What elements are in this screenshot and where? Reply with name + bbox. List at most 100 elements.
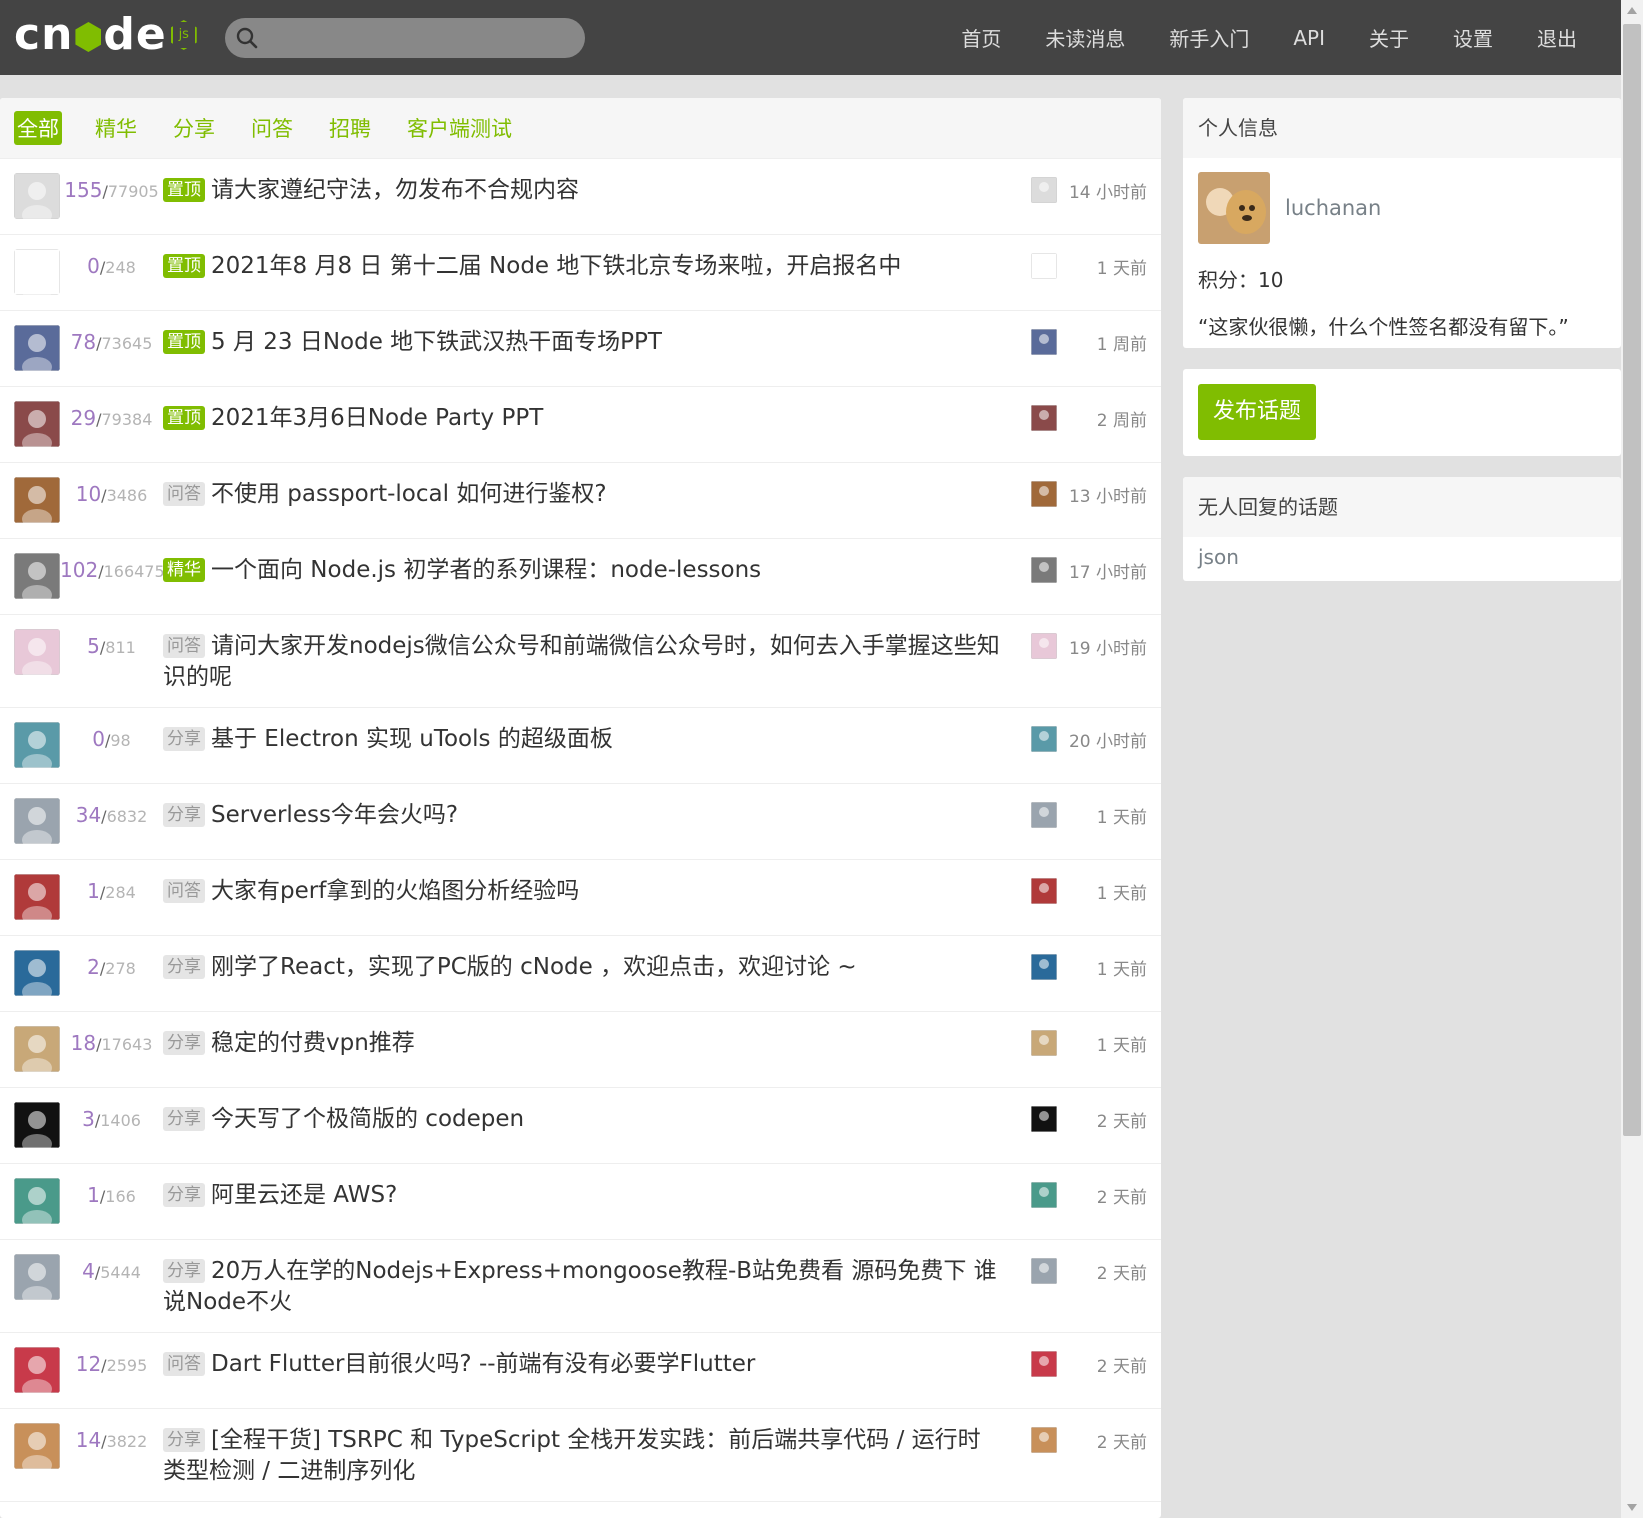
topic-title[interactable]: 阿里云还是 AWS? bbox=[211, 1182, 397, 1208]
scroll-up-arrow-icon[interactable] bbox=[1621, 0, 1643, 22]
page-scrollbar[interactable] bbox=[1621, 0, 1643, 1518]
last-reply[interactable]: 2 周前 bbox=[1031, 403, 1161, 433]
author-avatar[interactable] bbox=[14, 1347, 60, 1393]
nav-home[interactable]: 首页 bbox=[961, 23, 1001, 52]
last-reply-avatar[interactable] bbox=[1031, 557, 1057, 583]
last-reply-avatar[interactable] bbox=[1031, 802, 1057, 828]
topic-title[interactable]: 2021年3月6日Node Party PPT bbox=[211, 405, 543, 431]
author-avatar[interactable] bbox=[14, 722, 60, 768]
last-reply[interactable]: 14 小时前 bbox=[1031, 175, 1161, 205]
author-avatar[interactable] bbox=[14, 874, 60, 920]
last-reply[interactable]: 2 天前 bbox=[1031, 1104, 1161, 1134]
topic-title[interactable]: 20万人在学的Nodejs+Express+mongoose教程-B站免费看 源… bbox=[163, 1258, 997, 1315]
topic-title[interactable]: [全程干货] TSRPC 和 TypeScript 全栈开发实践：前后端共享代码… bbox=[163, 1427, 981, 1484]
author-avatar[interactable] bbox=[14, 629, 60, 675]
last-reply[interactable]: 2 天前 bbox=[1031, 1180, 1161, 1210]
publish-topic-button[interactable]: 发布话题 bbox=[1198, 384, 1317, 440]
author-avatar[interactable] bbox=[14, 173, 60, 219]
last-reply[interactable]: 1 天前 bbox=[1031, 251, 1161, 281]
author-avatar[interactable] bbox=[14, 1102, 60, 1148]
nav-unread-messages[interactable]: 未读消息 bbox=[1045, 23, 1125, 52]
tab-dev[interactable]: 客户端测试 bbox=[404, 111, 515, 145]
author-avatar[interactable] bbox=[14, 477, 60, 523]
nav-logout[interactable]: 退出 bbox=[1537, 23, 1577, 52]
topic-row[interactable]: 1/166 分享 阿里云还是 AWS? 2 天前 bbox=[0, 1164, 1161, 1240]
last-reply[interactable]: 20 小时前 bbox=[1031, 724, 1161, 754]
topic-row[interactable]: 1/284 问答 大家有perf拿到的火焰图分析经验吗 1 天前 bbox=[0, 860, 1161, 936]
last-reply-avatar[interactable] bbox=[1031, 633, 1057, 659]
search-input[interactable] bbox=[225, 18, 585, 58]
author-avatar[interactable] bbox=[14, 1254, 60, 1300]
topic-row[interactable]: 2/278 分享 刚学了React，实现了PC版的 cNode ，欢迎点击，欢迎讨论… bbox=[0, 936, 1161, 1012]
last-reply-avatar[interactable] bbox=[1031, 726, 1057, 752]
topic-row[interactable]: 14/3822 分享 [全程干货] TSRPC 和 TypeScript 全栈开发实… bbox=[0, 1409, 1161, 1502]
last-reply[interactable]: 1 天前 bbox=[1031, 952, 1161, 982]
author-avatar[interactable] bbox=[14, 1178, 60, 1224]
profile-username[interactable]: luchanan bbox=[1285, 196, 1381, 220]
author-avatar[interactable] bbox=[14, 1026, 60, 1072]
topic-row[interactable]: 34/6832 分享 Serverless今年会火吗? 1 天前 bbox=[0, 784, 1161, 860]
tab-ask[interactable]: 问答 bbox=[248, 111, 296, 145]
last-reply-avatar[interactable] bbox=[1031, 1427, 1057, 1453]
topic-title[interactable]: 今天写了个极简版的 codepen bbox=[211, 1106, 524, 1132]
author-avatar[interactable] bbox=[14, 249, 60, 295]
last-reply-avatar[interactable] bbox=[1031, 1258, 1057, 1284]
nav-settings[interactable]: 设置 bbox=[1453, 23, 1493, 52]
last-reply-avatar[interactable] bbox=[1031, 1030, 1057, 1056]
last-reply-avatar[interactable] bbox=[1031, 878, 1057, 904]
topic-title[interactable]: 刚学了React，实现了PC版的 cNode ，欢迎点击，欢迎讨论 ~ bbox=[211, 954, 857, 980]
topic-row[interactable]: 155/77905 置顶 请大家遵纪守法，勿发布不合规内容 14 小时前 bbox=[0, 159, 1161, 235]
author-avatar[interactable] bbox=[14, 950, 60, 996]
last-reply-avatar[interactable] bbox=[1031, 405, 1057, 431]
last-reply-avatar[interactable] bbox=[1031, 1106, 1057, 1132]
last-reply-avatar[interactable] bbox=[1031, 481, 1057, 507]
last-reply[interactable]: 1 天前 bbox=[1031, 1028, 1161, 1058]
topic-title[interactable]: 稳定的付费vpn推荐 bbox=[211, 1030, 415, 1056]
last-reply-avatar[interactable] bbox=[1031, 253, 1057, 279]
topic-row[interactable]: 5/811 问答 请问大家开发nodejs微信公众号和前端微信公众号时，如何去入手掌… bbox=[0, 615, 1161, 708]
topic-title[interactable]: 大家有perf拿到的火焰图分析经验吗 bbox=[211, 878, 579, 904]
last-reply[interactable]: 1 周前 bbox=[1031, 327, 1161, 357]
nav-api[interactable]: API bbox=[1293, 26, 1325, 50]
last-reply[interactable]: 2 天前 bbox=[1031, 1425, 1161, 1455]
nav-getting-started[interactable]: 新手入门 bbox=[1169, 23, 1249, 52]
last-reply[interactable]: 19 小时前 bbox=[1031, 631, 1161, 661]
tab-job[interactable]: 招聘 bbox=[326, 111, 374, 145]
last-reply[interactable]: 2 天前 bbox=[1031, 1256, 1161, 1286]
cnode-logo[interactable]: cn de js bbox=[14, 12, 197, 58]
author-avatar[interactable] bbox=[14, 325, 60, 371]
topic-row[interactable]: 4/5444 分享 20万人在学的Nodejs+Express+mongoose教程… bbox=[0, 1240, 1161, 1333]
topic-title[interactable]: 5 月 23 日Node 地下铁武汉热干面专场PPT bbox=[211, 329, 662, 355]
last-reply-avatar[interactable] bbox=[1031, 1182, 1057, 1208]
tab-share[interactable]: 分享 bbox=[170, 111, 218, 145]
topic-row[interactable]: 78/73645 置顶 5 月 23 日Node 地下铁武汉热干面专场PPT 1 周前 bbox=[0, 311, 1161, 387]
last-reply-avatar[interactable] bbox=[1031, 1351, 1057, 1377]
last-reply[interactable]: 2 天前 bbox=[1031, 1349, 1161, 1379]
topic-row[interactable]: 10/3486 问答 不使用 passport-local 如何进行鉴权? 13 小时… bbox=[0, 463, 1161, 539]
topic-title[interactable]: 一个面向 Node.js 初学者的系列课程：node-lessons bbox=[211, 557, 761, 583]
last-reply[interactable]: 1 天前 bbox=[1031, 800, 1161, 830]
scroll-thumb[interactable] bbox=[1623, 24, 1641, 1136]
topic-title[interactable]: 请问大家开发nodejs微信公众号和前端微信公众号时，如何去入手掌握这些知识的呢 bbox=[163, 633, 1000, 690]
last-reply-avatar[interactable] bbox=[1031, 329, 1057, 355]
last-reply[interactable]: 17 小时前 bbox=[1031, 555, 1161, 585]
topic-title[interactable]: 基于 Electron 实现 uTools 的超级面板 bbox=[211, 726, 613, 752]
topic-row[interactable]: 0/248 置顶 2021年8 月8 日 第十二届 Node 地下铁北京专场来啦，开… bbox=[0, 235, 1161, 311]
avatar[interactable] bbox=[1198, 172, 1270, 244]
author-avatar[interactable] bbox=[14, 401, 60, 447]
last-reply[interactable]: 13 小时前 bbox=[1031, 479, 1161, 509]
author-avatar[interactable] bbox=[14, 553, 60, 599]
topic-row[interactable]: 102/166475 精华 一个面向 Node.js 初学者的系列课程：node-l… bbox=[0, 539, 1161, 615]
topic-title[interactable]: 2021年8 月8 日 第十二届 Node 地下铁北京专场来啦，开启报名中 bbox=[211, 253, 901, 279]
tab-good[interactable]: 精华 bbox=[92, 111, 140, 145]
topic-row[interactable]: 0/98 分享 基于 Electron 实现 uTools 的超级面板 20 小时前 bbox=[0, 708, 1161, 784]
last-reply[interactable]: 1 天前 bbox=[1031, 876, 1161, 906]
topic-title[interactable]: 不使用 passport-local 如何进行鉴权? bbox=[211, 481, 607, 507]
topic-row[interactable]: 12/2595 问答 Dart Flutter目前很火吗? --前端有没有必要学Fl… bbox=[0, 1333, 1161, 1409]
topic-row[interactable]: 29/79384 置顶 2021年3月6日Node Party PPT 2 周前 bbox=[0, 387, 1161, 463]
author-avatar[interactable] bbox=[14, 1423, 60, 1469]
topic-title[interactable]: 请大家遵纪守法，勿发布不合规内容 bbox=[211, 177, 579, 203]
topic-row[interactable]: 18/17643 分享 稳定的付费vpn推荐 1 天前 bbox=[0, 1012, 1161, 1088]
last-reply-avatar[interactable] bbox=[1031, 954, 1057, 980]
topic-row[interactable]: 3/1406 分享 今天写了个极简版的 codepen 2 天前 bbox=[0, 1088, 1161, 1164]
